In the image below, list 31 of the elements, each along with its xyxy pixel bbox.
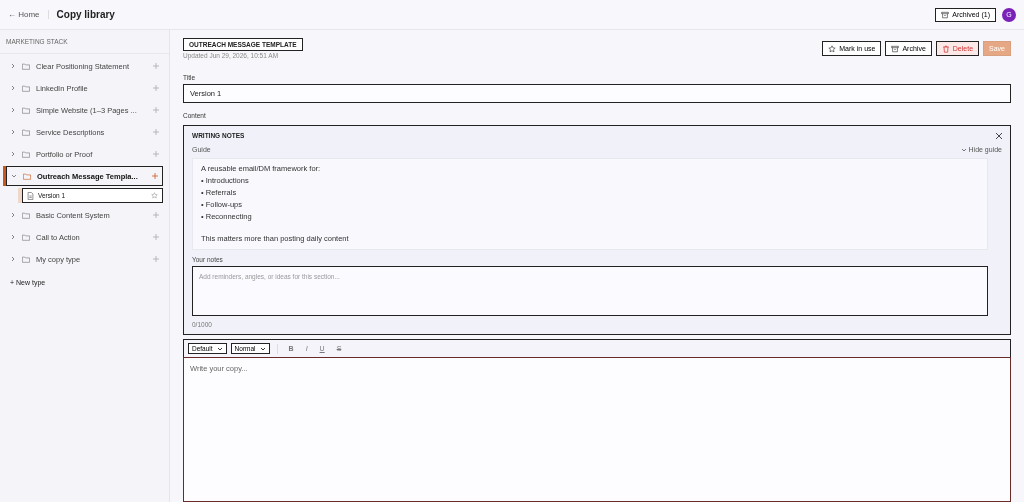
folder-icon (22, 211, 30, 219)
star-icon (828, 44, 837, 53)
folder-icon (22, 128, 30, 136)
folder-icon (23, 172, 31, 180)
close-icon[interactable] (996, 132, 1002, 139)
chevron-icon (216, 345, 223, 352)
folder-icon (22, 150, 30, 158)
chevron-icon[interactable] (11, 173, 17, 179)
star-icon[interactable] (151, 192, 158, 199)
chevron-icon[interactable] (10, 212, 16, 218)
folder-icon (22, 84, 30, 92)
page-title: Copy library (56, 9, 115, 20)
chevron-icon[interactable] (10, 85, 16, 91)
document-icon (27, 191, 34, 200)
chevron-icon (259, 345, 266, 352)
chevron-icon (960, 146, 967, 153)
chevron-icon[interactable] (10, 107, 16, 113)
home-link[interactable]: ← Home (8, 10, 49, 19)
archive-box-icon (941, 10, 950, 19)
folder-icon (22, 255, 30, 263)
archive-box-icon (891, 44, 900, 53)
chevron-icon[interactable] (10, 129, 16, 135)
chevron-icon[interactable] (10, 256, 16, 262)
folder-icon (22, 62, 30, 70)
chevron-icon[interactable] (10, 151, 16, 157)
folder-icon (22, 233, 30, 241)
trash-icon (941, 44, 950, 53)
chevron-icon[interactable] (10, 234, 16, 240)
chevron-icon[interactable] (10, 63, 16, 69)
plus-icon[interactable] (152, 173, 158, 179)
folder-icon (22, 106, 30, 114)
